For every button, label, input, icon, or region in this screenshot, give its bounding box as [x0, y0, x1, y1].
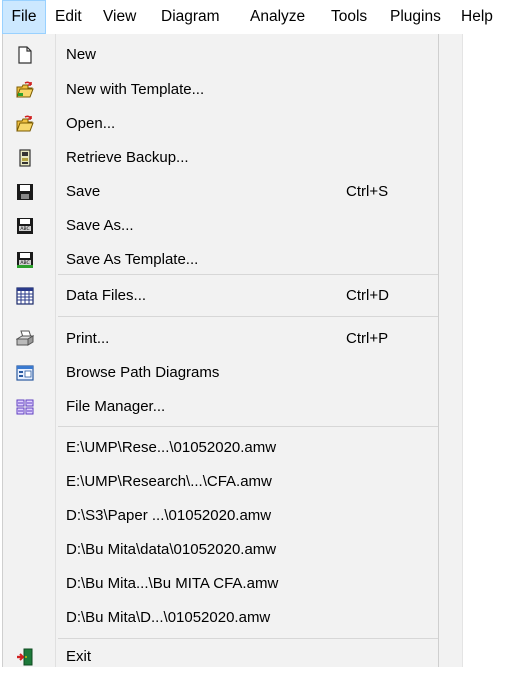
- shortcut-label: Ctrl+S: [346, 183, 389, 200]
- menu-item-save-as[interactable]: ABC Save As...: [3, 209, 438, 243]
- menu-help[interactable]: Help: [461, 0, 493, 34]
- menu-view[interactable]: View: [103, 0, 136, 34]
- menu-item-print[interactable]: Print... Ctrl+P: [3, 322, 438, 356]
- floppy-disk-abc-icon: ABC: [16, 217, 34, 235]
- menu-bar: File Edit View Diagram Analyze Tools Plu…: [0, 0, 523, 34]
- menu-item-label: File Manager...: [66, 398, 166, 415]
- recent-file-item[interactable]: D:\Bu Mita\D...\01052020.amw: [3, 601, 438, 635]
- recent-file-label: D:\S3\Paper ...\01052020.amw: [66, 507, 272, 524]
- menu-separator: [58, 426, 438, 427]
- menu-item-file-manager[interactable]: File Manager...: [3, 390, 438, 424]
- recent-file-item[interactable]: D:\Bu Mita...\Bu MITA CFA.amw: [3, 567, 438, 601]
- menu-diagram[interactable]: Diagram: [161, 0, 220, 34]
- printer-icon: [16, 330, 34, 348]
- menu-item-open[interactable]: Open...: [3, 107, 438, 141]
- menu-item-label: Save As Template...: [66, 251, 199, 268]
- menu-item-exit[interactable]: Exit: [3, 640, 438, 674]
- browse-window-icon: [16, 364, 34, 382]
- menu-item-label: Exit: [66, 648, 92, 665]
- menu-item-label: Browse Path Diagrams: [66, 364, 220, 381]
- menu-analyze[interactable]: Analyze: [250, 0, 305, 34]
- file-manager-icon: [16, 398, 34, 416]
- menu-item-new[interactable]: New: [3, 38, 438, 72]
- recent-file-label: D:\Bu Mita\D...\01052020.amw: [66, 609, 271, 626]
- menu-item-label: Data Files...: [66, 287, 147, 304]
- menu-item-label: Retrieve Backup...: [66, 149, 189, 166]
- menu-item-data-files[interactable]: Data Files... Ctrl+D: [3, 279, 438, 313]
- shortcut-label: Ctrl+P: [346, 330, 389, 347]
- menu-plugins[interactable]: Plugins: [390, 0, 441, 34]
- backup-file-icon: [16, 149, 34, 167]
- menu-separator: [58, 316, 438, 317]
- menu-side-rail: [439, 34, 463, 667]
- file-menu-dropdown: New New with Template... Open... Retriev…: [2, 34, 439, 667]
- blank-document-icon: [16, 46, 34, 64]
- recent-file-item[interactable]: E:\UMP\Rese...\01052020.amw: [3, 431, 438, 465]
- menu-item-save[interactable]: Save Ctrl+S: [3, 175, 438, 209]
- open-folder-arrow-icon: [16, 81, 34, 99]
- menu-tools[interactable]: Tools: [331, 0, 367, 34]
- shortcut-label: Ctrl+D: [346, 287, 389, 304]
- recent-file-item[interactable]: D:\Bu Mita\data\01052020.amw: [3, 533, 438, 567]
- menu-separator: [58, 638, 438, 639]
- menu-item-retrieve-backup[interactable]: Retrieve Backup...: [3, 141, 438, 175]
- recent-file-label: D:\Bu Mita...\Bu MITA CFA.amw: [66, 575, 279, 592]
- menu-item-save-as-template[interactable]: ABC Save As Template...: [3, 243, 438, 277]
- svg-text:ABC: ABC: [20, 226, 29, 232]
- open-folder-icon: [16, 115, 34, 133]
- menu-edit[interactable]: Edit: [55, 0, 82, 34]
- menu-separator: [58, 274, 438, 275]
- recent-file-label: D:\Bu Mita\data\01052020.amw: [66, 541, 277, 558]
- menu-item-browse-path-diagrams[interactable]: Browse Path Diagrams: [3, 356, 438, 390]
- menu-item-label: Save: [66, 183, 101, 200]
- menu-item-label: Save As...: [66, 217, 134, 234]
- recent-file-label: E:\UMP\Rese...\01052020.amw: [66, 439, 277, 456]
- menu-file[interactable]: File: [2, 0, 46, 34]
- floppy-disk-template-icon: ABC: [16, 251, 34, 269]
- menu-item-label: Print...: [66, 330, 110, 347]
- floppy-disk-icon: [16, 183, 34, 201]
- menu-item-label: Open...: [66, 115, 116, 132]
- recent-file-item[interactable]: E:\UMP\Research\...\CFA.amw: [3, 465, 438, 499]
- menu-item-new-with-template[interactable]: New with Template...: [3, 73, 438, 107]
- data-grid-icon: [16, 287, 34, 305]
- menu-item-label: New with Template...: [66, 81, 205, 98]
- menu-item-label: New: [66, 46, 97, 63]
- exit-door-icon: [16, 648, 34, 666]
- recent-file-item[interactable]: D:\S3\Paper ...\01052020.amw: [3, 499, 438, 533]
- recent-file-label: E:\UMP\Research\...\CFA.amw: [66, 473, 272, 490]
